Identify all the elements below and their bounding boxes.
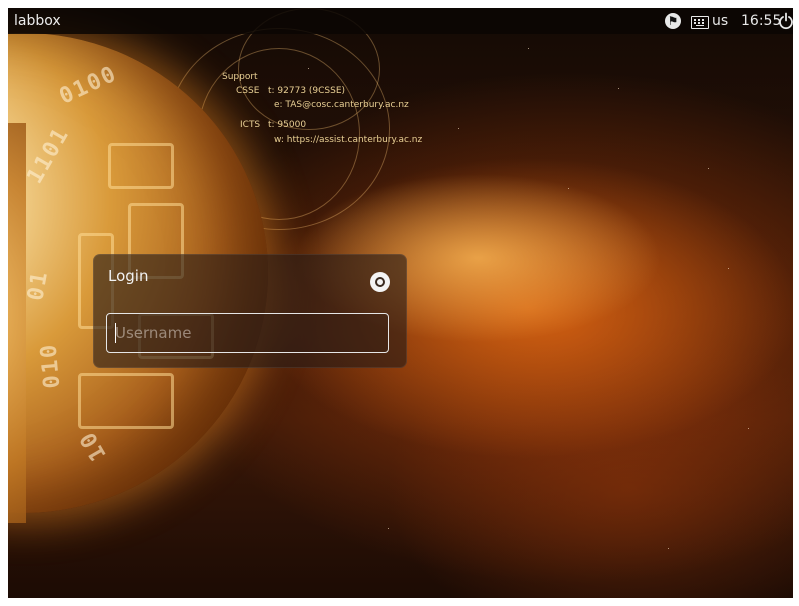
- support-heading: Support: [222, 72, 258, 82]
- binary-digits: 10: [74, 426, 112, 465]
- star: [388, 528, 389, 529]
- username-input[interactable]: [106, 313, 389, 353]
- icts-phone: t: 95000: [268, 120, 307, 130]
- csse-label: CSSE: [236, 86, 260, 96]
- star: [728, 268, 729, 269]
- binary-digits: 01: [23, 268, 54, 303]
- top-panel: labbox ⚑ us 16:55: [8, 8, 793, 34]
- login-screen: 0100 1101 01 010 10 labbox ⚑ us 16:55 Su…: [8, 8, 793, 598]
- coin-cutaway: [8, 123, 26, 523]
- accessibility-icon[interactable]: ⚑: [665, 13, 681, 29]
- icts-label: ICTS: [240, 120, 261, 130]
- binary-digits: 010: [36, 341, 66, 390]
- login-title: Login: [108, 267, 149, 285]
- binary-digits: 1101: [22, 122, 75, 189]
- session-selector-icon[interactable]: [370, 272, 390, 292]
- text-caret: [115, 323, 116, 343]
- circuit-trace: [78, 373, 174, 429]
- star: [748, 428, 749, 429]
- star: [618, 88, 619, 89]
- circuit-trace: [108, 143, 174, 189]
- star: [528, 48, 529, 49]
- hostname-label: labbox: [14, 13, 61, 29]
- star: [568, 188, 569, 189]
- icts-web: w: https://assist.canterbury.ac.nz: [274, 135, 423, 145]
- csse-phone: t: 92773 (9CSSE): [268, 86, 346, 96]
- power-icon[interactable]: [779, 12, 793, 30]
- star: [668, 548, 669, 549]
- keyboard-icon[interactable]: [691, 16, 709, 29]
- star: [458, 128, 459, 129]
- binary-digits: 0100: [55, 61, 122, 110]
- login-dialog: Login: [93, 254, 407, 368]
- star: [708, 168, 709, 169]
- csse-email: e: TAS@cosc.canterbury.ac.nz: [274, 100, 409, 110]
- clock[interactable]: 16:55: [741, 13, 781, 29]
- keyboard-layout-label[interactable]: us: [712, 13, 728, 29]
